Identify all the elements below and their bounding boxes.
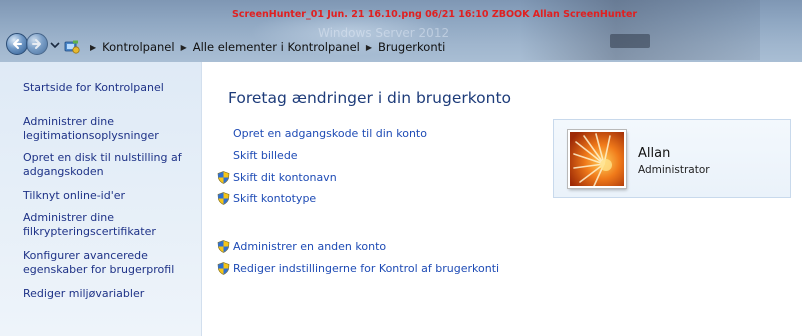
sidebar-item-environment-variables[interactable]: Rediger miljøvariabler	[23, 287, 195, 301]
sidebar-item-password-reset-disk[interactable]: Opret en disk til nulstilling af adgangs…	[23, 151, 195, 179]
breadcrumb: ▶ Kontrolpanel ▶ Alle elementer i Kontro…	[64, 38, 445, 56]
main-content: Foretag ændringer i din brugerkonto Opre…	[202, 62, 802, 336]
avatar	[568, 130, 626, 188]
arrow-right-icon	[32, 39, 41, 49]
breadcrumb-item-brugerkonti[interactable]: Brugerkonti	[378, 40, 445, 54]
sidebar: Startside for Kontrolpanel Administrer d…	[0, 62, 202, 336]
uac-settings-link[interactable]: Rediger indstillingerne for Kontrol af b…	[233, 262, 499, 275]
back-button[interactable]	[6, 33, 28, 55]
sidebar-item-advanced-profile-properties[interactable]: Konfigurer avancerede egenskaber for bru…	[23, 249, 195, 277]
uac-shield-icon	[217, 192, 230, 205]
flower-avatar-image	[570, 132, 624, 186]
uac-shield-icon	[217, 171, 230, 184]
sidebar-item-file-encryption-certificates[interactable]: Administrer dine filkrypteringscertifika…	[23, 211, 195, 239]
create-password-link[interactable]: Opret en adgangskode til din konto	[233, 127, 427, 140]
uac-shield-icon	[217, 240, 230, 253]
address-bar-area: Windows Server 2012 ▶ Kontrolpanel ▶ All…	[0, 0, 802, 62]
change-account-type-link[interactable]: Skift kontotype	[233, 192, 316, 205]
screenshot-watermark: ScreenHunter_01 Jun. 21 16.10.png 06/21 …	[232, 9, 638, 20]
change-account-name-link[interactable]: Skift dit kontonavn	[233, 171, 337, 184]
sidebar-item-control-panel-home[interactable]: Startside for Kontrolpanel	[23, 81, 195, 95]
sidebar-item-link-online-ids[interactable]: Tilknyt online-id'er	[23, 189, 195, 203]
uac-shield-icon	[217, 262, 230, 275]
breadcrumb-separator-icon[interactable]: ▶	[366, 43, 372, 52]
user-account-card: Allan Administrator	[553, 119, 791, 198]
breadcrumb-separator-icon[interactable]: ▶	[181, 43, 187, 52]
breadcrumb-item-alle-elementer[interactable]: Alle elementer i Kontrolpanel	[193, 40, 360, 54]
manage-another-account-link[interactable]: Administrer en anden konto	[233, 240, 386, 253]
control-panel-icon	[64, 40, 80, 54]
breadcrumb-separator-icon[interactable]: ▶	[90, 43, 96, 52]
breadcrumb-item-kontrolpanel[interactable]: Kontrolpanel	[102, 40, 174, 54]
forward-button[interactable]	[26, 33, 48, 55]
user-name: Allan	[638, 146, 671, 161]
user-role: Administrator	[638, 164, 710, 176]
background-ghost-button	[610, 34, 650, 48]
window: Windows Server 2012 ▶ Kontrolpanel ▶ All…	[0, 0, 802, 336]
page-title: Foretag ændringer i din brugerkonto	[228, 89, 512, 107]
change-picture-link[interactable]: Skift billede	[233, 149, 298, 162]
sidebar-item-manage-credentials[interactable]: Administrer dine legitimationsoplysninge…	[23, 115, 195, 143]
arrow-left-icon	[13, 39, 22, 49]
recent-pages-chevron-down-icon[interactable]	[50, 41, 60, 49]
